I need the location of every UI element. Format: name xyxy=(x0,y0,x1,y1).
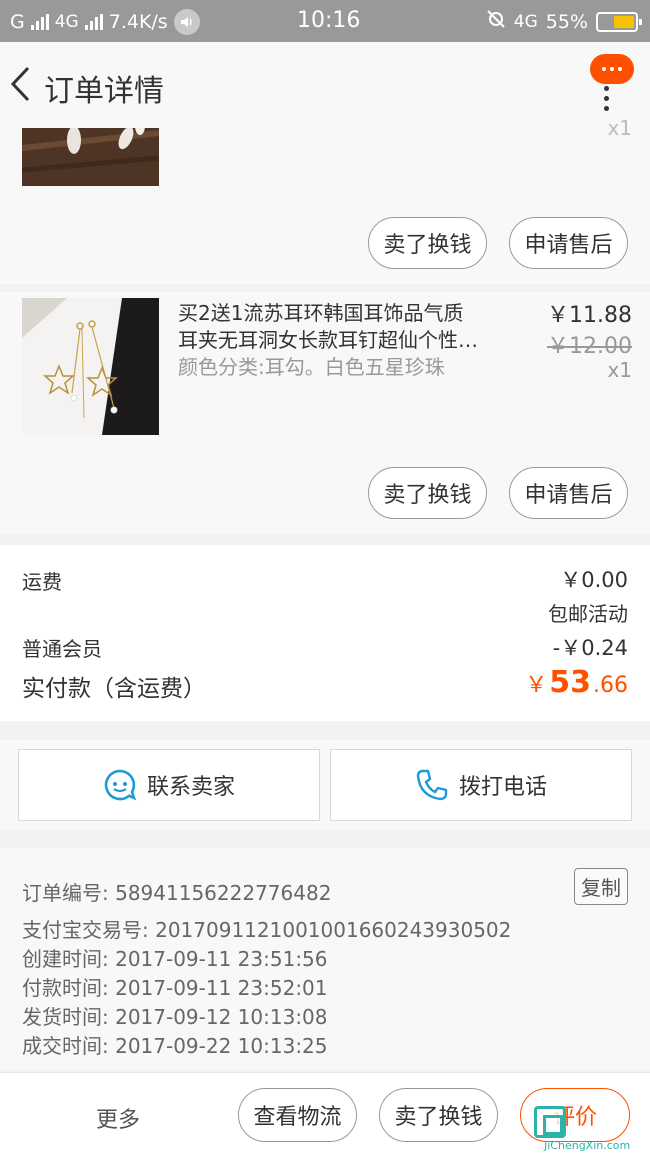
item-quantity: x1 xyxy=(607,116,632,140)
product-title-line-2: 耳夹无耳洞女长款耳钉超仙个性… xyxy=(178,328,478,352)
member-discount: -￥0.24 xyxy=(552,636,628,660)
product-title-line-1: 买2送1流苏耳环韩国耳饰品气质 xyxy=(178,301,464,325)
carrier-label: G xyxy=(10,11,25,33)
copy-button[interactable]: 复制 xyxy=(574,868,628,905)
nav-bar: 订单详情 xyxy=(0,42,650,128)
phone-icon xyxy=(416,769,448,801)
sell-button[interactable]: 卖了换钱 xyxy=(368,217,487,269)
shipped-time: 发货时间: 2017-09-12 10:13:08 xyxy=(22,1005,328,1029)
sell-button[interactable]: 卖了换钱 xyxy=(379,1088,498,1142)
total-amount: ￥ 53 .66 xyxy=(525,665,628,700)
network-speed: 7.4K/s xyxy=(108,11,168,33)
order-item-1: x1 卖了换钱 申请售后 xyxy=(0,116,650,284)
status-bar: G 4G 7.4K/s 10:16 4G 55% xyxy=(0,0,650,42)
more-button[interactable]: 更多 xyxy=(96,1102,140,1134)
order-number: 订单编号: 58941156222776482 xyxy=(22,881,332,905)
contact-section: 联系卖家 拨打电话 xyxy=(0,740,650,830)
chat-icon xyxy=(104,769,137,801)
volume-icon xyxy=(173,9,200,35)
contact-seller-label: 联系卖家 xyxy=(146,775,235,800)
product-price: ￥11.88 xyxy=(547,303,632,328)
order-item-2: 买2送1流苏耳环韩国耳饰品气质 耳夹无耳洞女长款耳钉超仙个性… 颜色分类:耳勾。… xyxy=(0,292,650,534)
signal-icon-2 xyxy=(84,14,103,30)
watermark-text: JiChengXin.com xyxy=(544,1139,631,1152)
total-integer: 53 xyxy=(549,665,591,700)
after-sale-button[interactable]: 申请售后 xyxy=(509,467,628,519)
status-right: 4G 55% xyxy=(486,9,642,34)
total-label: 实付款（含运费） xyxy=(22,676,206,702)
member-label: 普通会员 xyxy=(22,637,102,661)
alarm-off-icon xyxy=(486,9,506,34)
payment-summary: 运费 ￥0.00 包邮活动 普通会员 -￥0.24 实付款（含运费） ￥ 53 … xyxy=(0,545,650,721)
status-left: G 4G 7.4K/s xyxy=(10,9,200,35)
created-time: 创建时间: 2017-09-11 23:51:56 xyxy=(22,947,328,971)
shipping-value: ￥0.00 xyxy=(560,568,628,592)
watermark: JiChengXin.com xyxy=(532,1100,650,1155)
paid-time: 付款时间: 2017-09-11 23:52:01 xyxy=(22,976,328,1000)
network-label: 4G xyxy=(54,12,79,32)
signal-icon xyxy=(30,14,49,30)
battery-percent: 55% xyxy=(545,10,588,33)
item-quantity: x1 xyxy=(607,358,632,382)
back-button[interactable] xyxy=(6,64,36,104)
completed-time: 成交时间: 2017-09-22 10:13:25 xyxy=(22,1034,328,1058)
sell-button[interactable]: 卖了换钱 xyxy=(368,467,487,519)
more-menu-button[interactable] xyxy=(584,48,634,111)
network-label-right: 4G xyxy=(513,11,538,32)
view-logistics-button[interactable]: 查看物流 xyxy=(238,1088,357,1142)
call-phone-label: 拨打电话 xyxy=(458,775,547,800)
watermark-logo xyxy=(534,1106,566,1138)
total-decimal: .66 xyxy=(593,673,628,698)
page-title: 订单详情 xyxy=(44,74,164,109)
product-image-1[interactable] xyxy=(22,128,159,186)
battery-icon xyxy=(596,11,642,32)
shipping-label: 运费 xyxy=(22,570,62,594)
call-phone-button[interactable]: 拨打电话 xyxy=(330,749,632,821)
product-spec: 颜色分类:耳勾。白色五星珍珠 xyxy=(178,355,445,379)
original-price: ￥12.00 xyxy=(547,334,632,359)
message-icon xyxy=(590,54,634,84)
product-title[interactable]: 买2送1流苏耳环韩国耳饰品气质 耳夹无耳洞女长款耳钉超仙个性… xyxy=(178,300,508,354)
free-shipping-label: 包邮活动 xyxy=(548,602,628,626)
after-sale-button[interactable]: 申请售后 xyxy=(509,217,628,269)
chevron-left-icon xyxy=(10,66,30,102)
contact-seller-button[interactable]: 联系卖家 xyxy=(18,749,320,821)
kebab-icon xyxy=(604,86,609,111)
order-info: 订单编号: 58941156222776482 复制 支付宝交易号: 20170… xyxy=(0,848,650,1070)
product-image-2[interactable] xyxy=(22,298,159,435)
total-currency: ￥ xyxy=(525,673,548,698)
alipay-number: 支付宝交易号: 2017091121001001660243930502 xyxy=(22,918,512,942)
clock: 10:16 xyxy=(297,8,361,33)
